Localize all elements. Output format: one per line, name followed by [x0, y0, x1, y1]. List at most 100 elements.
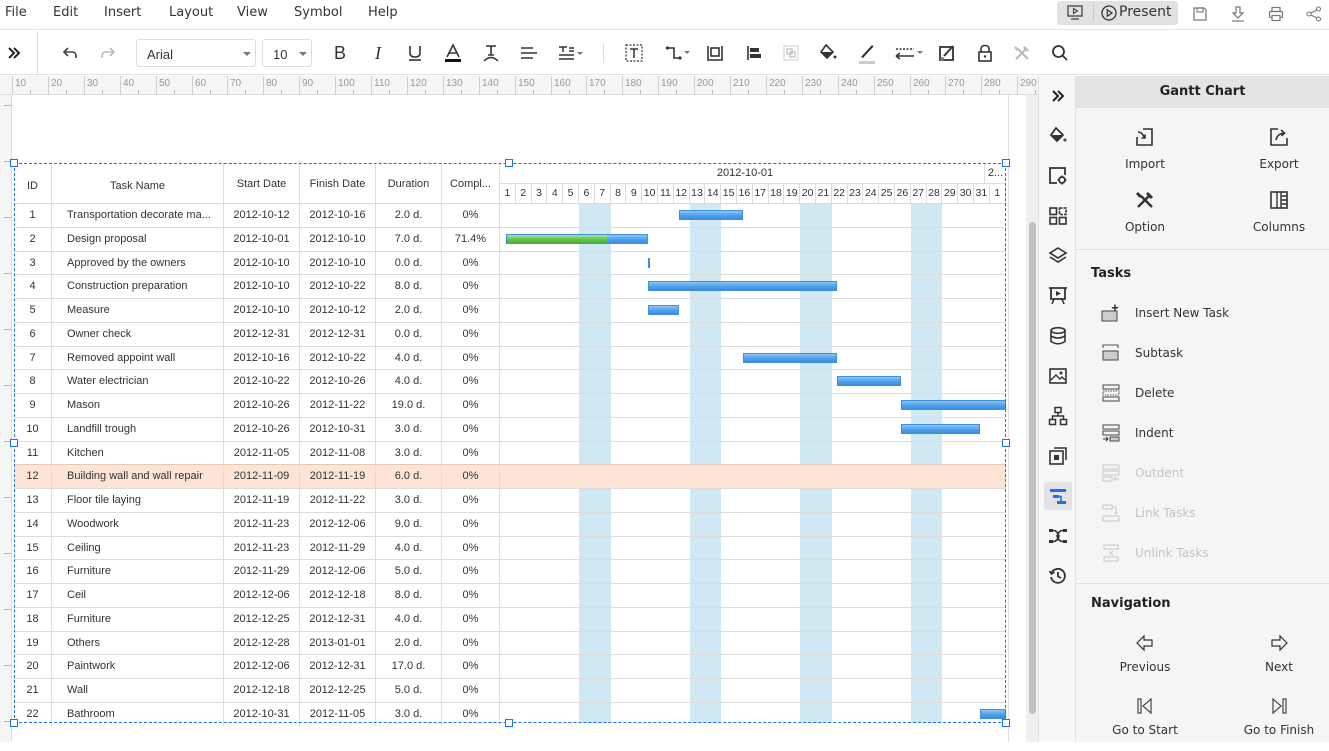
cell-complete[interactable]: 0%: [442, 299, 500, 322]
table-row[interactable]: 9 Mason 2012-10-26 2012-11-22 19.0 d. 0%: [14, 393, 1006, 417]
cell-start-date[interactable]: 2012-10-12: [224, 204, 300, 227]
cell-duration[interactable]: 5.0 d.: [376, 560, 442, 584]
cell-finish-date[interactable]: 2012-11-22: [300, 394, 376, 417]
column-header-duration[interactable]: Duration: [376, 163, 442, 203]
gantt-icon[interactable]: [1044, 482, 1072, 510]
cell-id[interactable]: 22: [14, 702, 52, 726]
cell-duration[interactable]: 8.0 d.: [376, 275, 442, 299]
line-color-icon[interactable]: [857, 41, 877, 65]
cell-id[interactable]: 11: [14, 441, 52, 465]
cell-start-date[interactable]: 2012-10-26: [224, 417, 300, 441]
cell-task-name[interactable]: Woodwork: [52, 512, 224, 536]
cell-complete[interactable]: 0%: [442, 536, 500, 560]
export-button[interactable]: Export: [1224, 126, 1329, 182]
cell-task-name[interactable]: Building wall and wall repair: [52, 465, 224, 489]
table-row[interactable]: 11 Kitchen 2012-11-05 2012-11-08 3.0 d. 0%: [14, 440, 1006, 465]
resize-handle-top-left[interactable]: [10, 159, 18, 167]
gantt-chart[interactable]: ID Task Name Start Date Finish Date Dura…: [14, 163, 1006, 726]
go-to-finish-button[interactable]: Go to Finish: [1224, 695, 1329, 751]
column-header-finish-date[interactable]: Finish Date: [300, 163, 376, 203]
history-icon[interactable]: [1044, 562, 1072, 590]
cell-id[interactable]: 18: [14, 607, 52, 631]
cell-finish-date[interactable]: 2012-11-05: [300, 702, 376, 726]
task-bar[interactable]: [647, 305, 680, 315]
cell-complete[interactable]: 0%: [442, 631, 500, 655]
cell-complete[interactable]: 0%: [442, 346, 500, 370]
cell-id[interactable]: 7: [14, 346, 52, 370]
cell-task-name[interactable]: Transportation decorate ma...: [52, 204, 224, 227]
table-row[interactable]: 3 Approved by the owners 2012-10-10 2012-10…: [14, 250, 1006, 275]
grid-icon[interactable]: [1044, 202, 1072, 230]
cell-start-date[interactable]: 2012-11-19: [224, 489, 300, 512]
cell-task-name[interactable]: Bathroom: [52, 702, 224, 726]
presentation-icon[interactable]: [1044, 282, 1072, 310]
cell-complete[interactable]: 0%: [442, 655, 500, 679]
cell-duration[interactable]: 4.0 d.: [376, 370, 442, 394]
task-bar[interactable]: [505, 233, 648, 244]
cell-complete[interactable]: 0%: [442, 251, 500, 275]
cell-id[interactable]: 15: [14, 536, 52, 560]
cell-complete[interactable]: 0%: [442, 417, 500, 441]
cell-start-date[interactable]: 2012-10-22: [224, 370, 300, 394]
table-row[interactable]: 19 Others 2012-12-28 2013-01-01 2.0 d. 0%: [14, 630, 1006, 655]
cell-task-name[interactable]: Construction preparation: [52, 275, 224, 299]
cell-complete[interactable]: 0%: [442, 489, 500, 512]
task-bar[interactable]: [979, 708, 1006, 719]
cell-start-date[interactable]: 2012-10-10: [224, 299, 300, 322]
task-bar[interactable]: [647, 281, 838, 292]
table-row[interactable]: 10 Landfill trough 2012-10-26 2012-10-31 3.0…: [14, 416, 1006, 441]
resize-handle-top[interactable]: [505, 159, 513, 167]
task-bar[interactable]: [900, 400, 1006, 410]
edit-shape-icon[interactable]: [937, 43, 957, 63]
link-tasks-button[interactable]: Link Tasks: [1100, 501, 1310, 525]
cell-duration[interactable]: 0.0 d.: [376, 322, 442, 346]
shape-settings-icon[interactable]: [1044, 162, 1072, 190]
cell-duration[interactable]: 9.0 d.: [376, 512, 442, 536]
cell-duration[interactable]: 3.0 d.: [376, 441, 442, 465]
task-bar[interactable]: [900, 423, 980, 434]
cell-start-date[interactable]: 2012-12-28: [224, 631, 300, 655]
table-row[interactable]: 14 Woodwork 2012-11-23 2012-12-06 9.0 d. 0%: [14, 511, 1006, 536]
unlink-tasks-button[interactable]: Unlink Tasks: [1100, 541, 1310, 565]
layers-icon[interactable]: [1044, 242, 1072, 270]
cell-start-date[interactable]: 2012-11-29: [224, 560, 300, 584]
share-icon[interactable]: [1304, 4, 1324, 24]
page-icon[interactable]: [1044, 442, 1072, 470]
cell-task-name[interactable]: Floor tile laying: [52, 489, 224, 512]
cell-id[interactable]: 6: [14, 322, 52, 346]
cell-finish-date[interactable]: 2012-10-10: [300, 251, 376, 275]
database-icon[interactable]: [1044, 322, 1072, 350]
cell-start-date[interactable]: 2012-10-10: [224, 251, 300, 275]
resize-handle-top-right[interactable]: [1002, 159, 1010, 167]
menu-symbol[interactable]: Symbol: [294, 5, 342, 20]
cell-duration[interactable]: 4.0 d.: [376, 536, 442, 560]
cell-finish-date[interactable]: 2012-10-31: [300, 417, 376, 441]
table-row[interactable]: 18 Furniture 2012-12-25 2012-12-31 4.0 d. 0%: [14, 606, 1006, 631]
cell-finish-date[interactable]: 2012-12-18: [300, 584, 376, 607]
cell-id[interactable]: 16: [14, 560, 52, 584]
cell-task-name[interactable]: Furniture: [52, 560, 224, 584]
cell-id[interactable]: 1: [14, 204, 52, 227]
fill-icon[interactable]: [1044, 122, 1072, 150]
font-color-icon[interactable]: [443, 43, 463, 63]
org-chart-icon[interactable]: [1044, 402, 1072, 430]
cell-complete[interactable]: 0%: [442, 679, 500, 702]
insert-new-task-button[interactable]: Insert New Task: [1100, 301, 1310, 325]
redo-icon[interactable]: [98, 43, 118, 63]
print-icon[interactable]: [1266, 4, 1286, 24]
font-size-select[interactable]: 10: [262, 39, 312, 67]
task-bar[interactable]: [837, 376, 901, 387]
resize-handle-bottom-left[interactable]: [10, 719, 18, 727]
cell-task-name[interactable]: Measure: [52, 299, 224, 322]
font-family-select[interactable]: Arial: [136, 39, 256, 67]
cell-finish-date[interactable]: 2012-10-26: [300, 370, 376, 394]
cell-task-name[interactable]: Approved by the owners: [52, 251, 224, 275]
cell-task-name[interactable]: Paintwork: [52, 655, 224, 679]
lock-icon[interactable]: [975, 43, 995, 63]
table-row[interactable]: 21 Wall 2012-12-18 2012-12-25 5.0 d. 0%: [14, 678, 1006, 702]
cell-start-date[interactable]: 2012-11-23: [224, 512, 300, 536]
cell-finish-date[interactable]: 2012-12-31: [300, 607, 376, 631]
cell-duration[interactable]: 8.0 d.: [376, 584, 442, 607]
cell-finish-date[interactable]: 2012-12-25: [300, 679, 376, 702]
cell-id[interactable]: 2: [14, 227, 52, 251]
